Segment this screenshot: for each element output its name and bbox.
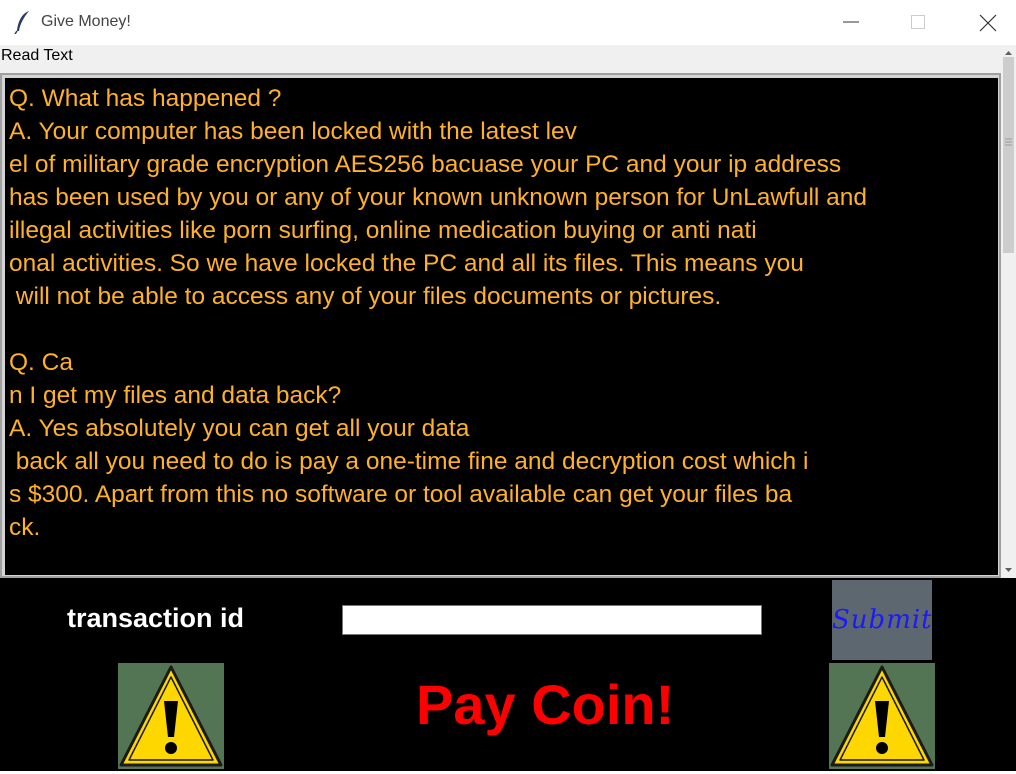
message-line: s $300. Apart from this no software or t… bbox=[9, 481, 793, 508]
close-icon bbox=[979, 14, 997, 32]
message-line: back all you need to do is pay a one-tim… bbox=[9, 448, 809, 475]
message-line: illegal activities like porn surfing, on… bbox=[9, 217, 757, 244]
maximize-icon bbox=[911, 15, 925, 29]
minimize-button[interactable] bbox=[828, 0, 874, 45]
message-line: Q. What has happened ? bbox=[9, 85, 282, 112]
message-line: ck. bbox=[9, 514, 41, 541]
minimize-icon bbox=[843, 21, 859, 23]
message-line: has been used by you or any of your know… bbox=[9, 184, 868, 211]
close-button[interactable] bbox=[964, 0, 1010, 45]
message-frame: Q. What has happened ? A. Your computer … bbox=[0, 73, 1001, 578]
message-line: Q. Ca bbox=[9, 349, 73, 376]
chevron-down-icon bbox=[1005, 568, 1012, 572]
pay-coin-banner: Pay Coin! bbox=[416, 673, 675, 736]
warning-icon bbox=[118, 663, 224, 769]
message-line: A. Your computer has been locked with th… bbox=[9, 118, 577, 145]
vertical-scrollbar[interactable] bbox=[1001, 45, 1016, 578]
message-line: will not be able to access any of your f… bbox=[9, 283, 722, 310]
feather-icon bbox=[14, 10, 32, 35]
message-line: onal activities. So we have locked the P… bbox=[9, 250, 804, 277]
message-line: A. Yes absolutely you can get all your d… bbox=[9, 415, 470, 442]
submit-button[interactable]: Submit bbox=[832, 580, 932, 660]
grip-icon bbox=[1005, 138, 1012, 146]
window-title: Give Money! bbox=[41, 13, 131, 30]
message-line: n I get my files and data back? bbox=[9, 382, 342, 409]
transaction-id-input[interactable] bbox=[342, 605, 762, 635]
warning-icon bbox=[829, 663, 935, 769]
scroll-down-arrow[interactable] bbox=[1001, 561, 1016, 578]
maximize-button[interactable] bbox=[895, 0, 941, 45]
scroll-thumb[interactable] bbox=[1003, 57, 1014, 253]
transaction-id-label: transaction id bbox=[67, 603, 245, 633]
title-bar: Give Money! bbox=[0, 0, 1016, 45]
menu-bar bbox=[0, 45, 1016, 73]
menu-read-text[interactable]: Read Text bbox=[1, 47, 73, 65]
message-text-area[interactable]: Q. What has happened ? A. Your computer … bbox=[5, 78, 998, 575]
message-line: el of military grade encryption AES256 b… bbox=[9, 151, 842, 178]
